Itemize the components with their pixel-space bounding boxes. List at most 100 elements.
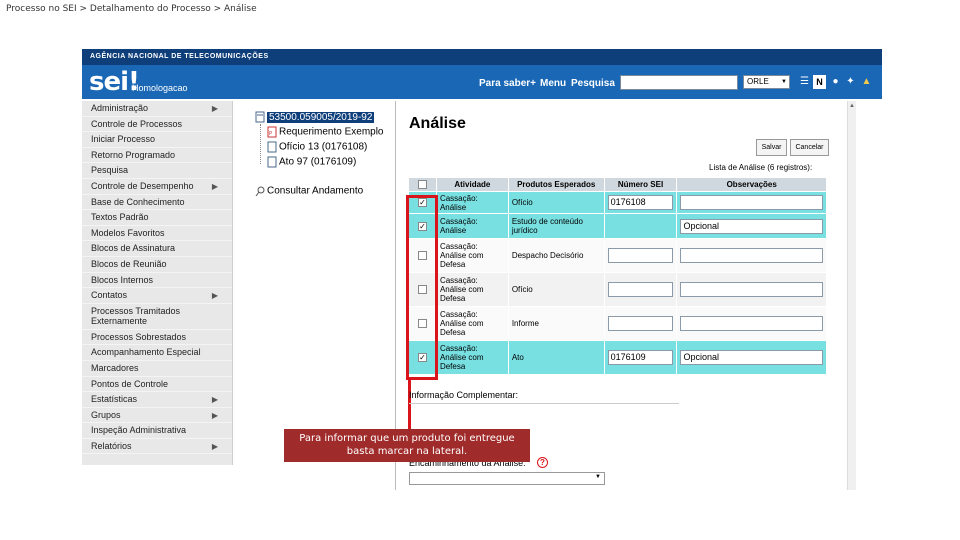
document-icon (267, 141, 277, 153)
table-row: ✓ Cassação: Análise Estudo de conteúdo j… (408, 213, 827, 239)
sidebar-item-label: Blocos de Assinatura (91, 243, 176, 254)
consultar-andamento-link[interactable]: Consultar Andamento (255, 185, 363, 197)
pesquisa-link[interactable]: Pesquisa (571, 78, 615, 89)
observation-input[interactable] (680, 248, 823, 263)
info-complementar-label: Informação Complementar: (409, 390, 519, 400)
folder-icon (255, 111, 265, 123)
n-icon[interactable]: N (813, 75, 826, 89)
unit-select[interactable]: ORLE ▼ (743, 75, 790, 89)
breadcrumb: Processo no SEI > Detalhamento do Proces… (6, 4, 257, 14)
magnifier-icon (255, 186, 265, 197)
tree-item-oficio[interactable]: Ofício 13 (0176108) (267, 141, 367, 153)
observation-input[interactable]: Opcional (680, 218, 823, 234)
sidebar-item-label: Pontos de Controle (91, 378, 169, 389)
sidebar-item-retorno-programado[interactable]: Retorno Programado (82, 148, 232, 164)
sidebar-item-label: Iniciar Processo (91, 134, 156, 145)
table-header-row: Atividade Produtos Esperados Número SEI … (408, 177, 827, 192)
sidebar-item-contatos[interactable]: Contatos ▶ (82, 288, 232, 304)
sei-number-input[interactable] (607, 248, 674, 263)
product-cell: Ato (507, 340, 605, 375)
search-input[interactable] (620, 75, 738, 90)
product-cell: Estudo de conteúdo jurídico (507, 213, 605, 239)
chevron-down-icon: ▼ (595, 474, 601, 480)
consultar-andamento-label: Consultar Andamento (267, 185, 364, 197)
sidebar-item-label: Marcadores (91, 362, 139, 373)
tree-item-ato[interactable]: Ato 97 (0176109) (267, 156, 356, 168)
tree-root-process[interactable]: 53500.059005/2019-92 (255, 111, 375, 123)
sidebar-item-blocos-internos[interactable]: Blocos Internos (82, 273, 232, 289)
user-icon[interactable]: ● (829, 75, 842, 89)
sidebar-item-modelos-favoritos[interactable]: Modelos Favoritos (82, 226, 232, 242)
obs-cell: Opcional (676, 340, 827, 375)
column-header-atividade: Atividade (435, 177, 509, 192)
sei-number-input[interactable]: 0176109 (607, 350, 674, 365)
product-cell: Ofício (507, 191, 605, 214)
sidebar-item-label: Controle de Desempenho (91, 180, 194, 191)
sidebar-item-grupos[interactable]: Grupos ▶ (82, 408, 232, 424)
product-cell: Informe (507, 306, 605, 341)
chevron-right-icon: ▶ (211, 410, 218, 420)
list-icon[interactable]: ☰ (798, 75, 811, 89)
menu-link[interactable]: Menu (540, 78, 566, 89)
sidebar-item-pesquisa[interactable]: Pesquisa (82, 163, 232, 179)
sidebar-item-iniciar-processo[interactable]: Iniciar Processo (82, 132, 232, 148)
table-row: ✓ Cassação: Análise Ofício 0176108 (408, 191, 827, 214)
sidebar-item-textos-padrao[interactable]: Textos Padrão (82, 210, 232, 226)
sidebar-item-blocos-reuniao[interactable]: Blocos de Reunião (82, 257, 232, 273)
tree-item-label: Ato 97 (0176109) (279, 156, 357, 168)
observation-input[interactable] (680, 195, 823, 210)
chevron-down-icon: ▼ (781, 79, 787, 85)
agency-name: AGÊNCIA NACIONAL DE TELECOMUNICAÇÕES (90, 53, 269, 60)
sidebar-item-controle-desempenho[interactable]: Controle de Desempenho ▶ (82, 179, 232, 195)
observation-input[interactable] (680, 316, 823, 331)
scroll-up-icon[interactable]: ▲ (849, 103, 855, 109)
sei-number-input[interactable] (607, 316, 674, 331)
sidebar-item-label: Base de Conhecimento (91, 196, 185, 207)
sei-cell (603, 306, 678, 341)
table-row: Cassação: Análise com Defesa Informe (408, 306, 827, 341)
exit-icon[interactable]: ▲ (860, 75, 873, 89)
sidebar-item-administracao[interactable]: Administração ▶ (82, 101, 232, 117)
observation-input[interactable]: Opcional (680, 350, 823, 365)
sidebar-item-processos-sobrestados[interactable]: Processos Sobrestados (82, 330, 232, 346)
environment-label: Homologacao (132, 83, 188, 93)
sidebar-item-relatorios[interactable]: Relatórios ▶ (82, 439, 232, 455)
sei-number-input[interactable]: 0176108 (607, 195, 674, 210)
select-all-header[interactable] (408, 177, 437, 192)
checkbox-highlight-box (406, 195, 438, 380)
activity-cell: Cassação: Análise (435, 213, 509, 239)
document-icon (267, 156, 277, 168)
info-complementar-field[interactable] (409, 403, 679, 404)
sidebar-item-label: Contatos (91, 290, 128, 301)
sidebar-item-label: Pesquisa (91, 165, 129, 176)
encaminhamento-select[interactable]: ▼ (409, 472, 605, 485)
sidebar-item-base-conhecimento[interactable]: Base de Conhecimento (82, 195, 232, 211)
sidebar-item-marcadores[interactable]: Marcadores (82, 361, 232, 377)
analysis-table: Atividade Produtos Esperados Número SEI … (408, 177, 827, 375)
help-icon[interactable]: ? (537, 457, 548, 468)
obs-cell (676, 306, 827, 341)
sidebar-item-label: Textos Padrão (91, 212, 149, 223)
scrollbar[interactable]: ▲ (847, 101, 856, 490)
sei-cell (603, 213, 678, 239)
sidebar-item-pontos-controle[interactable]: Pontos de Controle (82, 377, 232, 393)
tree-item-requerimento[interactable]: P Requerimento Exemplo (267, 126, 384, 138)
sei-number-input[interactable] (607, 282, 674, 297)
observation-input[interactable] (680, 282, 823, 297)
sidebar-item-label: Acompanhamento Especial (91, 347, 201, 358)
sidebar-item-inspecao-administrativa[interactable]: Inspeção Administrativa (82, 423, 232, 439)
obs-cell (676, 272, 827, 307)
cancel-button[interactable]: Cancelar (790, 139, 829, 156)
sidebar-item-processos-tramitados[interactable]: Processos Tramitados Externamente (82, 304, 232, 330)
select-all-checkbox[interactable] (417, 180, 427, 189)
para-saber-link[interactable]: Para saber+ (479, 78, 536, 89)
sidebar-item-blocos-assinatura[interactable]: Blocos de Assinatura (82, 241, 232, 257)
save-button[interactable]: Salvar (756, 139, 787, 156)
sidebar-item-estatisticas[interactable]: Estatísticas ▶ (82, 392, 232, 408)
product-cell: Ofício (507, 272, 605, 307)
pdf-icon: P (267, 126, 277, 138)
tools-icon[interactable]: ✦ (844, 75, 857, 89)
sidebar-item-controle-processos[interactable]: Controle de Processos (82, 117, 232, 133)
sidebar-item-acompanhamento-especial[interactable]: Acompanhamento Especial (82, 345, 232, 361)
product-cell: Despacho Decisório (507, 238, 605, 273)
